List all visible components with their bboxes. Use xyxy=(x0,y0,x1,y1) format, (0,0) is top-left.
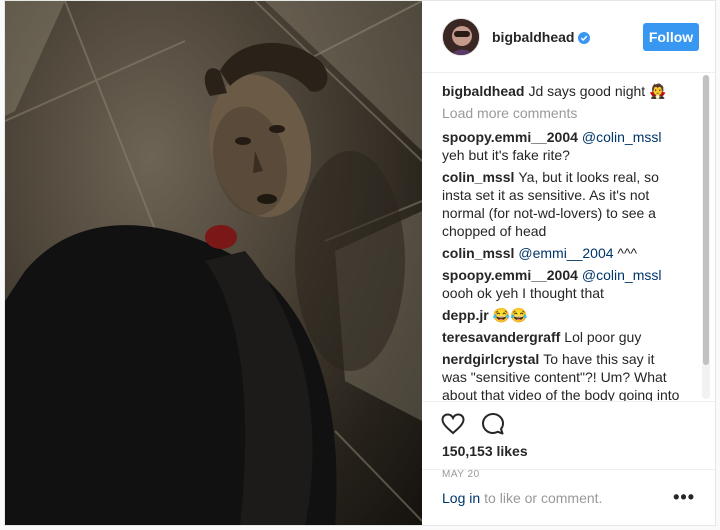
comment-username[interactable]: teresavandergraff xyxy=(442,329,560,345)
comment-username[interactable]: colin_mssl xyxy=(442,245,514,261)
comment-item: spoopy.emmi__2004 @colin_mssl oooh ok yeh… xyxy=(442,266,681,302)
username-link[interactable]: bigbaldhead xyxy=(492,29,574,45)
comment-item: nerdgirlcrystal To have this say it was "… xyxy=(442,350,681,401)
comment-username[interactable]: spoopy.emmi__2004 xyxy=(442,129,578,145)
load-more-comments-link[interactable]: Load more comments xyxy=(442,104,681,122)
verified-badge-icon xyxy=(578,31,591,44)
post-side-panel: bigbaldhead Follow bigbaldhead Jd says go… xyxy=(422,1,715,525)
post-header: bigbaldhead Follow xyxy=(422,1,715,73)
caption-username[interactable]: bigbaldhead xyxy=(442,83,524,99)
heart-icon[interactable] xyxy=(440,411,466,437)
likes-count[interactable]: 150,153 likes xyxy=(422,437,715,459)
login-link[interactable]: Log in xyxy=(442,490,480,506)
comment-text: yeh but it's fake rite? xyxy=(442,147,570,163)
comment-mention[interactable]: @colin_mssl xyxy=(582,267,662,283)
comments-scrollbar[interactable] xyxy=(702,75,710,399)
post-photo[interactable] xyxy=(5,1,422,525)
more-options-icon[interactable]: ••• xyxy=(673,487,695,508)
photo-image xyxy=(5,1,422,525)
comment-icon[interactable] xyxy=(480,411,506,437)
comment-item: spoopy.emmi__2004 @colin_mssl yeh but it'… xyxy=(442,128,681,164)
avatar-image xyxy=(443,18,479,55)
comment-item: colin_mssl Ya, but it looks real, so inst… xyxy=(442,168,681,240)
comment-username[interactable]: nerdgirlcrystal xyxy=(442,351,539,367)
comment-username[interactable]: colin_mssl xyxy=(442,169,514,185)
comment-username[interactable]: depp.jr xyxy=(442,307,489,323)
caption: bigbaldhead Jd says good night 🧛 xyxy=(442,82,681,100)
follow-button[interactable]: Follow xyxy=(643,22,699,51)
comment-text: ^^^ xyxy=(613,245,638,261)
comment-text: oooh ok yeh I thought that xyxy=(442,285,604,301)
caption-text: Jd says good night 🧛 xyxy=(528,83,667,99)
comment-mention[interactable]: @colin_mssl xyxy=(582,129,662,145)
comment-text: Lol poor guy xyxy=(564,329,642,345)
comment-item: teresavandergraff Lol poor guy xyxy=(442,328,681,346)
comment-username[interactable]: spoopy.emmi__2004 xyxy=(442,267,578,283)
comment-item: colin_mssl @emmi__2004 ^^^ xyxy=(442,244,681,262)
comments-list: bigbaldhead Jd says good night 🧛 Load mor… xyxy=(422,73,715,401)
login-prompt-text: to like or comment. xyxy=(484,489,603,506)
comment-text: 😂😂 xyxy=(492,307,528,323)
comment-mention[interactable]: @emmi__2004 xyxy=(518,245,613,261)
instagram-post: bigbaldhead Follow bigbaldhead Jd says go… xyxy=(4,0,716,526)
post-actions xyxy=(422,401,715,437)
scrollbar-thumb[interactable] xyxy=(703,75,709,365)
avatar[interactable] xyxy=(442,17,480,56)
login-footer: Log in to like or comment. ••• xyxy=(422,469,715,525)
comment-item: depp.jr 😂😂 xyxy=(442,306,681,324)
